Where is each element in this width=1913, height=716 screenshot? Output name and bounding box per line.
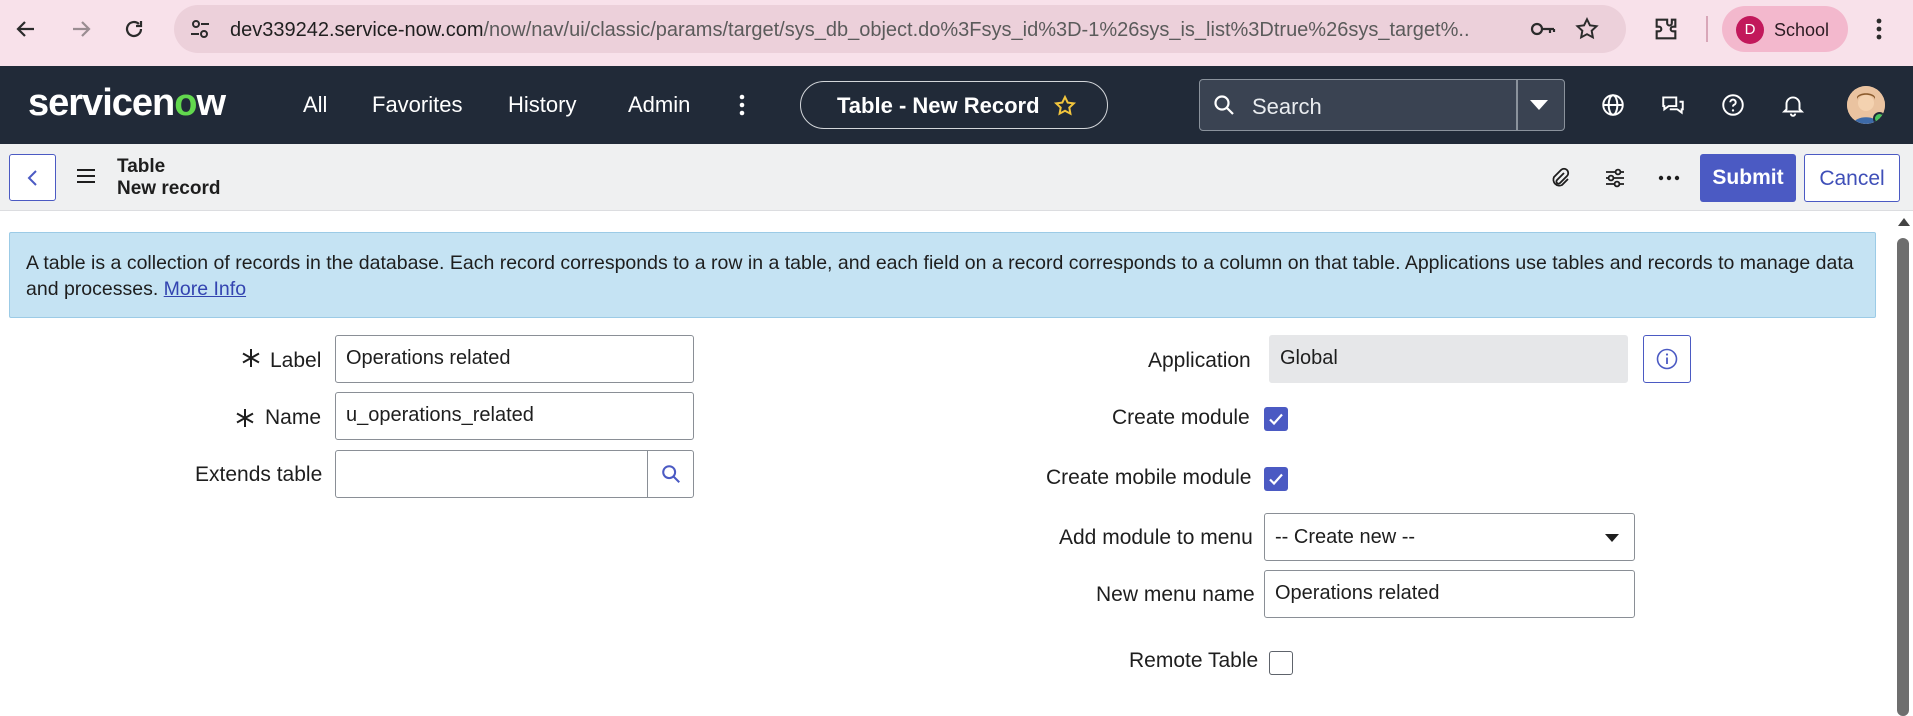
chevron-left-icon — [27, 169, 37, 186]
search-scope-dropdown-icon[interactable] — [1530, 100, 1548, 110]
online-status-dot — [1873, 112, 1885, 124]
nav-favorites[interactable]: Favorites — [372, 92, 462, 118]
extends-table-label: Extends table — [195, 463, 323, 486]
extends-table-lookup-button[interactable] — [647, 450, 694, 498]
forward-arrow-icon[interactable] — [65, 13, 97, 45]
scrollbar-thumb[interactable] — [1897, 238, 1909, 716]
form-subtitle: New record — [117, 178, 221, 199]
scroll-up-arrow-icon[interactable] — [1898, 218, 1910, 226]
add-module-to-menu-value: -- Create new -- — [1275, 526, 1416, 548]
create-module-label: Create module — [1112, 406, 1250, 429]
chat-icon[interactable] — [1660, 92, 1686, 123]
form-header: Table New record Submit Cancel — [0, 144, 1913, 211]
info-text: A table is a collection of records in th… — [26, 252, 1854, 300]
required-asterisk-icon — [240, 345, 262, 376]
more-menu-icon[interactable] — [736, 92, 748, 123]
attachment-paperclip-icon[interactable] — [1548, 166, 1572, 195]
cancel-button[interactable]: Cancel — [1804, 154, 1900, 202]
label-field-label: Label — [270, 349, 322, 372]
nav-history[interactable]: History — [508, 92, 576, 118]
new-menu-name-label: New menu name — [1096, 583, 1255, 606]
create-mobile-module-label: Create mobile module — [1046, 466, 1252, 489]
toolbar-divider — [1706, 16, 1708, 42]
extends-table-input[interactable] — [335, 450, 648, 498]
checkmark-icon — [1269, 473, 1283, 486]
hamburger-menu-icon[interactable] — [76, 168, 96, 189]
reload-icon[interactable] — [118, 13, 150, 45]
form-title: Table — [117, 156, 166, 177]
application-field: Global — [1269, 335, 1628, 383]
name-input[interactable]: u_operations_related — [335, 392, 694, 440]
new-menu-name-input[interactable]: Operations related — [1264, 570, 1635, 618]
nav-admin[interactable]: Admin — [628, 92, 690, 118]
search-placeholder: Search — [1252, 94, 1322, 119]
info-icon — [1656, 348, 1678, 370]
address-bar[interactable]: dev339242.service-now.com/now/nav/ui/cla… — [174, 5, 1626, 53]
table-info-banner: A table is a collection of records in th… — [9, 232, 1876, 318]
chevron-down-icon — [1605, 534, 1619, 542]
search-icon — [1212, 93, 1236, 122]
form-back-button[interactable] — [9, 154, 56, 201]
remote-table-label: Remote Table — [1129, 649, 1259, 672]
add-module-to-menu-label: Add module to menu — [1059, 526, 1253, 549]
record-title-pill[interactable]: Table - New Record — [800, 81, 1108, 129]
remote-table-checkbox[interactable] — [1269, 651, 1293, 675]
browser-menu-icon[interactable] — [1872, 15, 1886, 48]
name-field-label: Name — [265, 406, 322, 429]
more-options-icon[interactable] — [1657, 166, 1681, 195]
search-icon — [661, 465, 680, 483]
create-module-checkbox[interactable] — [1264, 407, 1288, 431]
help-icon[interactable] — [1720, 92, 1746, 123]
bookmark-star-icon[interactable] — [1574, 16, 1600, 47]
label-input[interactable]: Operations related — [335, 335, 694, 383]
search-divider — [1516, 80, 1518, 130]
browser-toolbar: dev339242.service-now.com/now/nav/ui/cla… — [0, 0, 1913, 66]
nav-all[interactable]: All — [303, 92, 327, 118]
required-asterisk-icon — [234, 405, 256, 436]
record-title: Table - New Record — [837, 93, 1040, 118]
user-avatar[interactable] — [1847, 86, 1885, 124]
servicenow-header: servicenow All Favorites History Admin T… — [0, 66, 1913, 144]
password-key-icon[interactable] — [1530, 17, 1556, 46]
profile-label: School — [1774, 20, 1830, 40]
extensions-puzzle-icon[interactable] — [1652, 15, 1680, 48]
site-settings-icon[interactable] — [188, 17, 212, 46]
url-text: dev339242.service-now.com/now/nav/ui/cla… — [230, 19, 1470, 41]
profile-avatar: D — [1736, 16, 1764, 44]
submit-button[interactable]: Submit — [1700, 154, 1796, 202]
application-info-button[interactable] — [1643, 335, 1691, 383]
notifications-bell-icon[interactable] — [1780, 92, 1806, 123]
global-search[interactable]: Search — [1199, 79, 1565, 131]
back-arrow-icon[interactable] — [10, 13, 42, 45]
personalize-sliders-icon[interactable] — [1603, 166, 1627, 195]
favorite-star-icon[interactable] — [1053, 94, 1077, 123]
globe-icon[interactable] — [1600, 92, 1626, 123]
more-info-link[interactable]: More Info — [164, 278, 246, 300]
checkmark-icon — [1269, 413, 1283, 426]
profile-chip[interactable]: D School — [1722, 6, 1848, 52]
add-module-to-menu-select[interactable]: -- Create new -- — [1264, 513, 1635, 561]
servicenow-logo[interactable]: servicenow — [28, 82, 226, 125]
application-label: Application — [1148, 349, 1251, 372]
create-mobile-module-checkbox[interactable] — [1264, 467, 1288, 491]
